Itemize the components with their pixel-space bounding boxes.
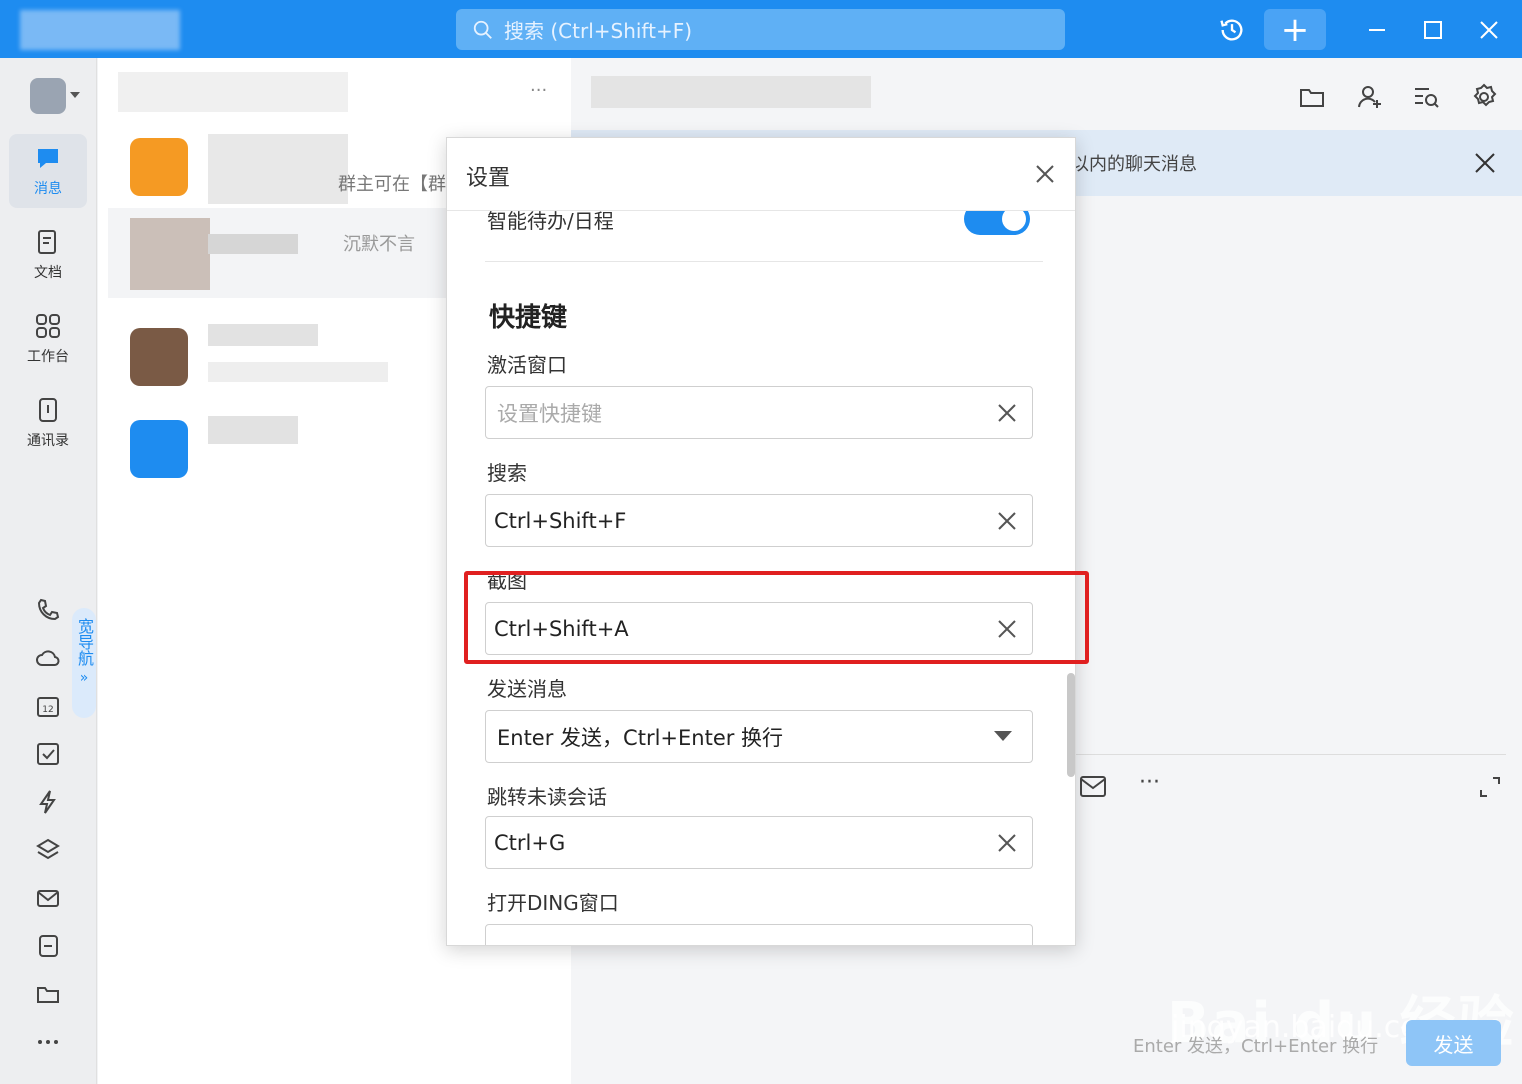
maximize-icon [1424,20,1442,39]
more-icon[interactable]: ··· [530,80,547,101]
global-search-input[interactable]: 搜索 (Ctrl+Shift+F) [456,9,1065,50]
search-history-icon[interactable] [1411,82,1441,112]
add-member-icon[interactable] [1355,82,1385,112]
avatar [130,420,188,478]
chevron-down-icon [70,92,80,98]
jump-unread-field[interactable]: Ctrl+G [485,816,1033,869]
todo-icon[interactable] [32,738,64,770]
blurred-name [208,324,318,346]
close-icon [1480,20,1498,39]
rail-label: 文档 [34,265,62,281]
add-button[interactable]: + [1264,9,1326,50]
minimize-icon [1369,28,1385,31]
minimize-button[interactable] [1360,9,1394,50]
send-hint: Enter 发送，Ctrl+Enter 换行 [1133,1036,1379,1057]
search-shortcut-label: 搜索 [487,461,527,485]
search-shortcut-value: Ctrl+Shift+F [494,508,627,533]
wide-nav-toggle[interactable]: 宽导航 » [72,608,96,718]
lightning-icon[interactable] [32,786,64,818]
blurred-snippet [208,362,388,382]
cloud-icon[interactable] [32,642,64,674]
rail-item-messages[interactable]: 消息 [9,134,87,208]
send-label: 发送 [1433,1032,1474,1057]
folder-icon[interactable] [1297,82,1327,112]
send-message-select[interactable]: Enter 发送，Ctrl+Enter 换行 [485,710,1033,763]
input-divider [1076,754,1506,755]
document-icon [38,230,56,254]
history-button[interactable] [1212,9,1252,50]
blurred-name [208,416,298,444]
toggle-knob [1002,211,1026,231]
send-message-label: 发送消息 [487,677,567,701]
svg-text:12: 12 [42,705,53,715]
avatar [130,328,188,386]
notes-icon[interactable] [32,930,64,962]
rail-item-contacts[interactable]: 通讯录 [9,386,87,460]
mail-icon[interactable] [32,882,64,914]
gear-icon[interactable] [1469,82,1499,112]
close-icon[interactable] [1474,152,1496,174]
search-shortcut-field[interactable]: Ctrl+Shift+F [485,494,1033,547]
more-icon[interactable] [32,1026,64,1058]
avatar [130,138,188,196]
mail-icon[interactable] [1079,774,1107,800]
rail-item-workbench[interactable]: 工作台 [9,302,87,376]
expand-icon[interactable] [1479,776,1501,798]
double-chevron-icon: » [79,670,89,686]
layers-icon[interactable] [32,834,64,866]
message-snippet: 沉默不言 [343,234,415,255]
grid-icon [36,314,60,338]
rail-label: 消息 [34,181,62,197]
clear-icon[interactable] [996,402,1018,424]
blurred-name [208,134,348,204]
open-ding-label: 打开DING窗口 [487,891,619,915]
rail-item-docs[interactable]: 文档 [9,218,87,292]
open-ding-field[interactable] [485,924,1033,945]
app-logo-blurred [20,10,180,50]
section-divider [485,261,1043,262]
dialog-title: 设置 [466,166,511,191]
smart-todo-label: 智能待办/日程 [487,211,614,233]
list-search-blurred [118,72,348,112]
screenshot-highlight-box [464,571,1089,664]
send-button[interactable]: 发送 [1406,1020,1501,1066]
message-snippet: 群主可在【群 [338,174,446,195]
message-icon [38,149,58,168]
shortcuts-section-title: 快捷键 [489,303,568,333]
clear-icon[interactable] [996,510,1018,532]
history-icon [1220,19,1243,41]
activate-window-label: 激活窗口 [487,353,567,377]
avatar [130,218,210,290]
search-icon [473,20,492,39]
dropdown-arrow-icon [994,731,1012,741]
folder-icon[interactable] [32,978,64,1010]
more-icon[interactable]: ··· [1139,770,1160,795]
maximize-button[interactable] [1416,9,1450,50]
org-switcher-icon[interactable] [30,78,66,114]
blurred-chat-title [591,76,871,108]
title-bar: 搜索 (Ctrl+Shift+F) + [0,0,1522,58]
smart-todo-toggle[interactable] [964,211,1030,235]
contacts-icon [39,398,57,422]
rail-label: 通讯录 [27,433,69,449]
dialog-scrollbar[interactable] [1067,673,1075,777]
jump-unread-value: Ctrl+G [494,830,566,855]
close-icon[interactable] [1033,162,1057,186]
settings-dialog: 设置 智能待办/日程 快捷键 激活窗口 设置快捷键 搜索 Ctrl+Shift+… [446,137,1076,946]
close-window-button[interactable] [1472,9,1506,50]
plus-icon: + [1280,9,1310,50]
calendar-icon[interactable]: 12 [32,690,64,722]
left-rail: 消息 文档 工作台 通讯录 宽导航 » 12 [0,58,97,1084]
wide-nav-label: 宽导航 [75,618,94,666]
send-message-value: Enter 发送，Ctrl+Enter 换行 [497,725,784,750]
activate-window-placeholder: 设置快捷键 [497,401,602,426]
clear-icon[interactable] [996,832,1018,854]
phone-icon[interactable] [32,594,64,626]
notice-text: 以内的聊天消息 [1071,154,1197,175]
activate-window-field[interactable]: 设置快捷键 [485,386,1033,439]
rail-label: 工作台 [27,349,69,365]
blurred-name [208,234,298,254]
search-placeholder: 搜索 (Ctrl+Shift+F) [504,19,693,43]
jump-unread-label: 跳转未读会话 [487,785,607,809]
